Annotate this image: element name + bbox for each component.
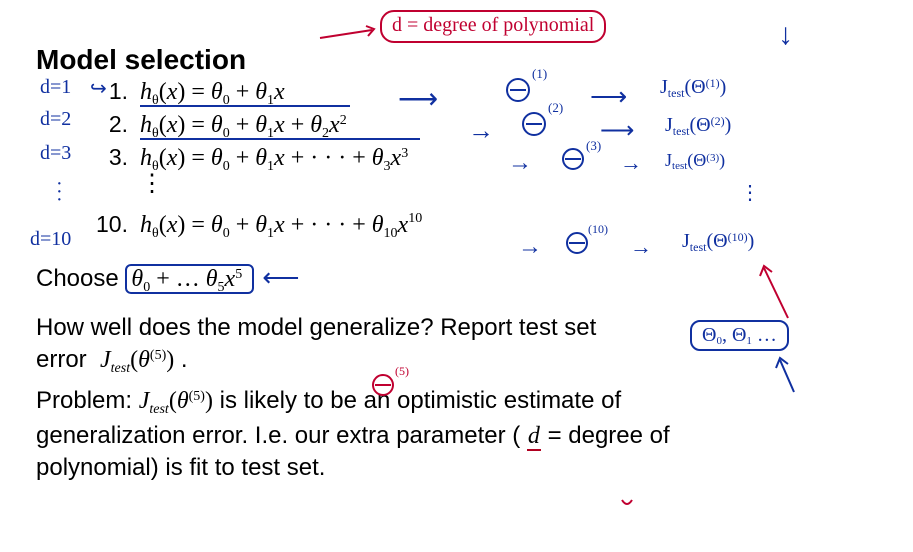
arrow-long-2: → [468,116,494,146]
model-3: hθ(x) = θ0 + θ1x + · · · + θ3x3 [140,145,408,175]
arrow-to-j-2: ⟶ [600,116,634,145]
jtest-10: Jtest(Θ(10)) [682,230,754,255]
arrow-to-j-3: → [620,150,642,176]
theta-sup-3: (3) [586,138,601,154]
choose-label: Choose [36,265,125,292]
arrow-long-1: ⟶ [398,82,436,116]
model-1: hθ(x) = θ0 + θ1x [140,79,285,109]
down-arrow-top: ↓ [778,18,793,52]
arrow-to-j-1: ⟶ [590,82,625,112]
vdots-jtest: ⋮ [740,180,760,205]
arrow-long-10: → [518,234,542,261]
jtest-3: Jtest(Θ(3)) [665,150,725,172]
problem-line3: polynomial) is fit to test set. [36,452,877,484]
problem-label: Problem: [36,387,139,414]
list-num-10: 10. [96,211,128,238]
model-2: hθ(x) = θ0 + θ1x + θ2x2 [140,112,347,142]
list-num-3: 3. [96,144,128,171]
problem-rest1: is likely to be an optimistic estimate o… [220,387,622,414]
hook-arrow-1: ↩ [90,76,107,101]
slide-title: Model selection [36,44,877,76]
theta-sup-2: (2) [548,100,563,116]
hand-d3: d=3 [40,142,71,165]
model-10: hθ(x) = θ0 + θ1x + · · · + θ10x10 [140,211,422,242]
theta-list-box: Θ0, Θ1 … [690,320,789,351]
box-degree: d = degree of polynomial [380,10,606,43]
red-theta5-sup: (5) [395,364,409,379]
arrow-to-box [320,22,380,42]
list-num-2: 2. [96,111,128,138]
vdots-1: ⋮ [140,177,877,191]
hand-d1: d=1 [40,76,71,99]
theta-sup-10: (10) [588,222,608,237]
choose-line: Choose θ0 + … θ5x5 ⟵ [36,260,877,298]
theta-sup-1: (1) [532,66,547,82]
jtest-2: Jtest(Θ(2)) [665,114,731,139]
hand-d2: d=2 [40,108,71,131]
problem-line1: Problem: Jtest(θ(5)) is likely to be an … [36,385,877,420]
hand-d10: d=10 [30,228,71,251]
arrow-long-3: → [508,150,532,177]
red-tick [620,498,634,508]
problem-line2: generalization error. I.e. our extra par… [36,420,877,452]
jtest-1: Jtest(Θ(1)) [660,76,726,101]
arrow-left-choose: ⟵ [262,263,299,292]
arrow-to-j-10: → [630,234,652,260]
choose-expr: θ0 + … θ5x5 [125,264,254,294]
hand-vdots: ··· [56,180,63,204]
